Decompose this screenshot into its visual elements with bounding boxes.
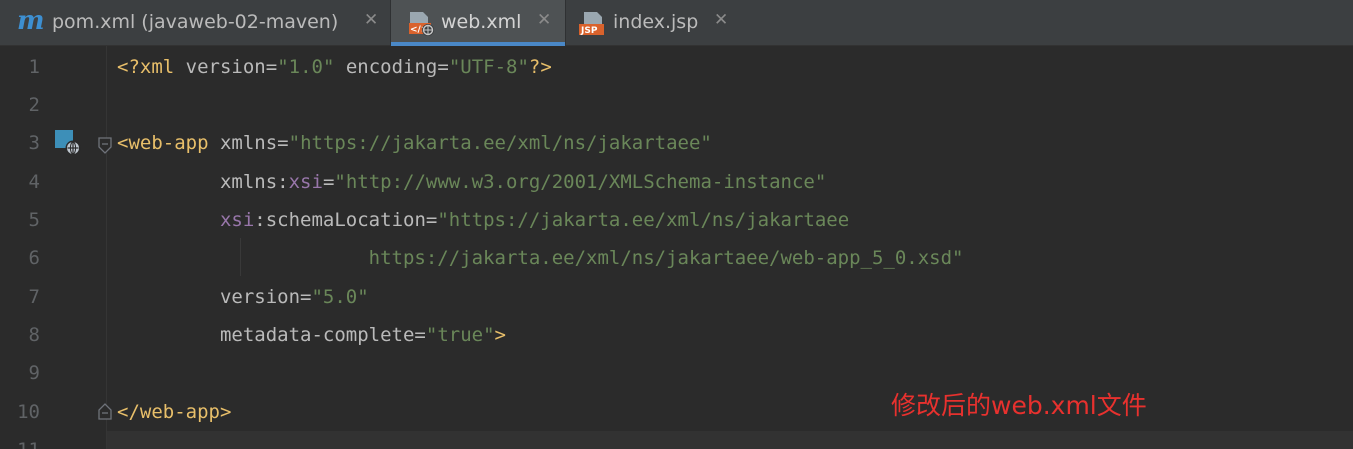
namespace-prefix: xsi xyxy=(219,209,255,231)
code-line-2[interactable] xyxy=(107,86,1353,124)
line-number: 8 xyxy=(28,324,40,346)
jsp-file-icon: JSP xyxy=(578,10,606,43)
line-number: 4 xyxy=(28,171,40,193)
equals-sign: = xyxy=(414,324,426,346)
line-number: 6 xyxy=(28,247,40,269)
gutter-line[interactable]: 9 xyxy=(0,354,106,392)
code-editor-window: m pom.xml (javaweb-02-maven) ✕ </> web.x… xyxy=(0,0,1353,449)
code-line-11[interactable] xyxy=(107,431,1353,449)
line-number: 3 xyxy=(28,132,40,154)
tab-web-xml[interactable]: </> web.xml ✕ xyxy=(391,0,565,46)
attribute-name: xmlns xyxy=(219,171,278,193)
tab-label: index.jsp xyxy=(613,11,699,33)
code-line-8[interactable]: metadata-complete="true"> xyxy=(107,316,1353,354)
line-number: 7 xyxy=(28,286,40,308)
code-line-7[interactable]: version="5.0" xyxy=(107,278,1353,316)
tag-name: <web-app xyxy=(117,132,209,154)
annotation-note: 修改后的web.xml文件 xyxy=(891,391,1147,420)
code-line-4[interactable]: xmlns:xsi="http://www.w3.org/2001/XMLSch… xyxy=(107,163,1353,201)
line-number: 5 xyxy=(28,209,40,231)
maven-icon: m xyxy=(17,6,45,36)
gutter-line[interactable]: 1 xyxy=(0,48,106,86)
code-line-5[interactable]: xsi:schemaLocation="https://jakarta.ee/x… xyxy=(107,201,1353,239)
line-number-gutter: 1 2 3 4 5 6 7 8 9 10 11 xyxy=(0,46,106,449)
line-number: 2 xyxy=(28,94,40,116)
code-line-6[interactable]: https://jakarta.ee/xml/ns/jakartaee/web-… xyxy=(107,239,1353,277)
tab-index-jsp[interactable]: JSP index.jsp ✕ xyxy=(566,0,746,46)
colon: : xyxy=(277,171,289,193)
equals-sign: = xyxy=(425,209,438,231)
svg-text:JSP: JSP xyxy=(580,26,598,36)
gutter-line[interactable]: 2 xyxy=(0,86,106,124)
gutter-line[interactable]: 5 xyxy=(0,201,106,239)
attribute-value: "5.0" xyxy=(311,286,369,308)
attribute-value-continuation: https://jakarta.ee/xml/ns/jakartaee/web-… xyxy=(368,247,964,269)
tag-close: > xyxy=(494,324,506,346)
code-line-1[interactable]: <?xml version="1.0" encoding="UTF-8"?> xyxy=(107,48,1353,86)
web-descriptor-gutter-icon[interactable] xyxy=(55,130,81,160)
xml-declaration-close: ?> xyxy=(528,56,552,78)
attribute-value: "https://jakarta.ee/xml/ns/jakartaee" xyxy=(288,132,712,154)
attribute-value: "http://www.w3.org/2001/XMLSchema-instan… xyxy=(334,171,827,193)
closing-tag: </web-app> xyxy=(117,401,232,423)
line-number: 10 xyxy=(17,401,40,423)
close-tab-button[interactable]: ✕ xyxy=(714,12,728,29)
attribute-value: "https://jakarta.ee/xml/ns/jakartaee xyxy=(437,209,850,231)
tab-label: web.xml xyxy=(441,11,522,33)
equals-sign: = xyxy=(437,56,449,78)
close-tab-button[interactable]: ✕ xyxy=(364,12,378,29)
equals-sign: = xyxy=(265,56,278,78)
editor-tab-bar: m pom.xml (javaweb-02-maven) ✕ </> web.x… xyxy=(0,0,1353,46)
attribute-name: encoding xyxy=(345,56,438,78)
attribute-name: version xyxy=(219,286,301,308)
colon: : xyxy=(254,209,266,231)
equals-sign: = xyxy=(277,132,289,154)
gutter-line[interactable]: 3 xyxy=(0,124,106,162)
attribute-name: schemaLocation xyxy=(265,209,426,231)
code-line-9[interactable] xyxy=(107,354,1353,392)
attribute-name: version xyxy=(185,56,266,78)
namespace-prefix: xsi xyxy=(288,171,323,193)
gutter-line[interactable]: 8 xyxy=(0,316,106,354)
line-number: 9 xyxy=(28,362,40,384)
equals-sign: = xyxy=(300,286,312,308)
xml-declaration-name: xml xyxy=(139,56,175,78)
tab-label: pom.xml (javaweb-02-maven) xyxy=(52,11,339,33)
xml-declaration-open: <? xyxy=(117,56,140,78)
attribute-name: metadata-complete xyxy=(219,324,415,346)
equals-sign: = xyxy=(322,171,335,193)
code-text-area[interactable]: <?xml version="1.0" encoding="UTF-8"?> <… xyxy=(107,46,1353,449)
tab-pom-xml[interactable]: m pom.xml (javaweb-02-maven) ✕ xyxy=(0,0,390,46)
attribute-value: "1.0" xyxy=(277,56,335,78)
attribute-value: "true" xyxy=(425,324,495,346)
line-number: 1 xyxy=(28,56,40,78)
attribute-value: "UTF-8" xyxy=(448,56,529,78)
gutter-line[interactable]: 4 xyxy=(0,163,106,201)
gutter-line[interactable]: 6 xyxy=(0,239,106,277)
gutter-line[interactable]: 11 xyxy=(0,431,106,449)
code-line-10[interactable]: </web-app> xyxy=(107,393,1353,431)
attribute-name: xmlns xyxy=(219,132,278,154)
gutter-line[interactable]: 10 xyxy=(0,393,106,431)
line-number: 11 xyxy=(0,439,40,449)
gutter-line[interactable]: 7 xyxy=(0,278,106,316)
web-xml-file-icon: </> xyxy=(407,10,435,43)
close-tab-button[interactable]: ✕ xyxy=(537,12,551,29)
code-line-3[interactable]: <web-app xmlns="https://jakarta.ee/xml/n… xyxy=(107,124,1353,162)
